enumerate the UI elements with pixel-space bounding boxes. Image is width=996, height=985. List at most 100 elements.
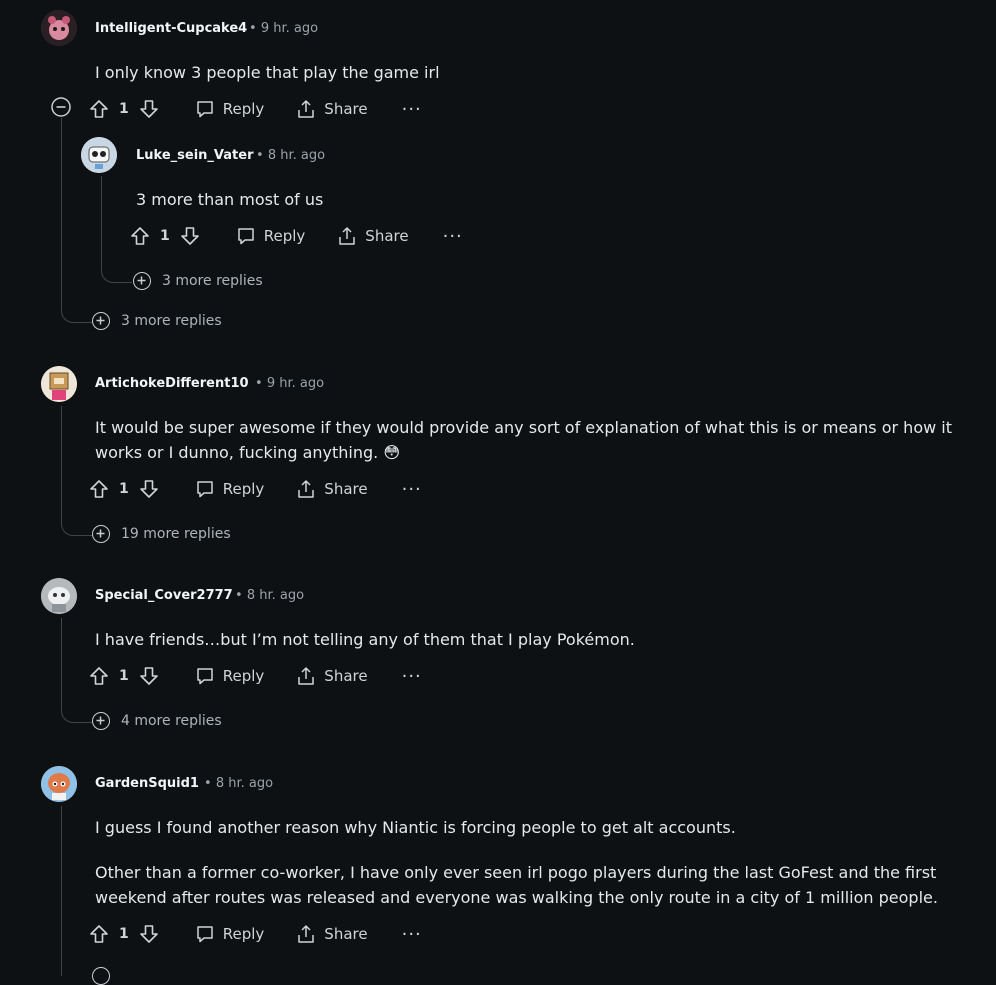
avatar-boxhead-icon [41,366,77,402]
reply-label: Reply [263,227,306,245]
more-replies-label: 19 more replies [121,526,231,542]
more-replies-link[interactable]: 19 more replies [92,525,231,543]
share-button[interactable]: Share [296,666,368,686]
comment-body: It would be super awesome if they would … [95,418,952,462]
bullet: • [235,588,243,603]
avatar[interactable] [41,766,77,802]
vote-group: 1 [89,479,159,499]
upvote-icon[interactable] [89,99,109,119]
share-button[interactable]: Share [296,99,368,119]
expand-icon[interactable] [92,967,110,985]
thread-line [61,406,62,516]
more-replies-label: 4 more replies [121,713,222,729]
upvote-icon[interactable] [89,479,109,499]
share-label: Share [324,925,368,943]
share-button[interactable]: Share [337,226,409,246]
comment-actions: 1 Reply Share ··· [89,662,442,690]
share-icon [296,924,316,944]
more-replies-label: 3 more replies [121,313,222,329]
reply-icon [195,666,215,686]
downvote-icon[interactable] [139,666,159,686]
upvote-icon[interactable] [89,666,109,686]
downvote-icon[interactable] [139,99,159,119]
comment-meta: • 8 hr. ago [256,148,325,163]
more-replies-link[interactable]: 3 more replies [133,272,263,290]
share-icon [337,226,357,246]
downvote-icon[interactable] [139,479,159,499]
expand-icon [92,312,110,330]
comment-author[interactable]: Luke_sein_Vater [136,148,253,163]
reply-button[interactable]: Reply [195,479,265,499]
comment-body: 3 more than most of us [136,190,324,209]
comment-meta: • 8 hr. ago [235,588,304,603]
more-options-button[interactable]: ··· [402,479,422,500]
more-replies-label: 3 more replies [162,273,263,289]
comment-meta: • 9 hr. ago [249,21,318,36]
more-options-button[interactable]: ··· [402,99,422,120]
collapse-button[interactable] [51,97,71,117]
avatar[interactable] [81,137,117,173]
reply-button[interactable]: Reply [195,924,265,944]
more-options-button[interactable]: ··· [402,666,422,687]
bullet: • [249,21,257,36]
comment-body: I guess I found another reason why Niant… [95,818,736,837]
avatar-cupcake-icon [41,10,77,46]
comment-author[interactable]: GardenSquid1 [95,776,199,791]
comment-meta: • 8 hr. ago [204,776,273,791]
thread-elbow [61,510,92,536]
collapse-icon [51,97,71,117]
downvote-icon[interactable] [180,226,200,246]
share-icon [296,666,316,686]
bullet: • [255,376,263,391]
share-icon [296,99,316,119]
comment-time: 8 hr. ago [267,148,326,163]
thread-elbow [101,256,132,283]
reply-label: Reply [222,100,265,118]
avatar-snoo-icon [41,578,77,614]
reply-label: Reply [222,925,265,943]
comment-time: 8 hr. ago [215,776,274,791]
comment-meta: • 9 hr. ago [255,376,324,391]
reply-icon [195,924,215,944]
share-button[interactable]: Share [296,924,368,944]
reply-button[interactable]: Reply [195,99,265,119]
more-options-button[interactable]: ··· [443,226,463,247]
vote-count: 1 [160,228,170,244]
share-button[interactable]: Share [296,479,368,499]
vote-count: 1 [119,926,129,942]
reply-label: Reply [222,480,265,498]
reply-icon [236,226,256,246]
comment-actions: 1 Reply Share ··· [130,222,483,250]
downvote-icon[interactable] [139,924,159,944]
share-label: Share [324,667,368,685]
reply-button[interactable]: Reply [195,666,265,686]
comment-body: I have friends…but I’m not telling any o… [95,630,635,649]
reply-icon [195,479,215,499]
more-replies-link[interactable]: 4 more replies [92,712,222,730]
upvote-icon[interactable] [89,924,109,944]
vote-group: 1 [130,226,200,246]
vote-count: 1 [119,101,129,117]
comment-author[interactable]: Intelligent-Cupcake4 [95,21,247,36]
share-label: Share [324,480,368,498]
comment-body-paragraph: Other than a former co-worker, I have on… [95,863,938,907]
reply-label: Reply [222,667,265,685]
reply-button[interactable]: Reply [236,226,306,246]
vote-group: 1 [89,99,159,119]
avatar[interactable] [41,10,77,46]
comment-time: 8 hr. ago [246,588,305,603]
avatar[interactable] [41,366,77,402]
comment-actions: 1 Reply Share ··· [89,475,442,503]
comment-author[interactable]: ArtichokeDifferent10 [95,376,249,391]
avatar-robot-icon [81,137,117,173]
more-replies-link[interactable]: 3 more replies [92,312,222,330]
comment-actions: 1 Reply Share ··· [89,920,442,948]
more-options-button[interactable]: ··· [402,924,422,945]
vote-group: 1 [89,666,159,686]
vote-count: 1 [119,668,129,684]
avatar[interactable] [41,578,77,614]
avatar-squid-icon [41,766,77,802]
reply-icon [195,99,215,119]
upvote-icon[interactable] [130,226,150,246]
comment-author[interactable]: Special_Cover2777 [95,588,233,603]
